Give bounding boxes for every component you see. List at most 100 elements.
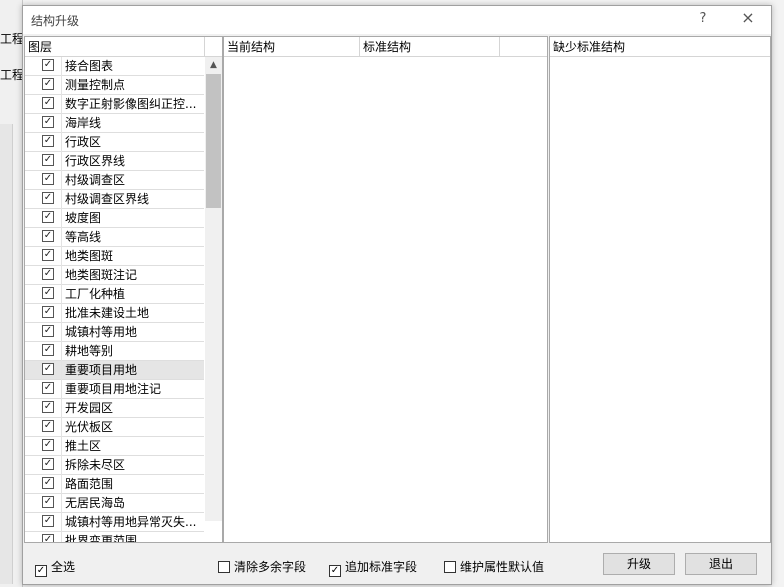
layer-checkbox[interactable]: ✓ [42, 78, 54, 90]
layer-checkbox[interactable]: ✓ [42, 306, 54, 318]
exit-button[interactable]: 退出 [685, 553, 757, 575]
column-divider [61, 323, 62, 342]
layer-list: ✓ 接合图表 ✓ 测量控制点 ✓ 数字正射影像图纠正控... ✓ 海岸线 ✓ 行政区 ✓ 行政区界线 ✓… [25, 57, 204, 542]
remove-extra-fields-label: 清除多余字段 [234, 560, 307, 574]
layer-checkbox[interactable]: ✓ [42, 97, 54, 109]
close-icon[interactable]: × [739, 9, 757, 27]
layer-checkbox[interactable]: ✓ [42, 211, 54, 223]
layer-row[interactable]: ✓ 开发园区 [25, 399, 204, 418]
layer-checkbox[interactable]: ✓ [42, 154, 54, 166]
layer-row[interactable]: ✓ 城镇村等用地 [25, 323, 204, 342]
layer-checkbox[interactable]: ✓ [42, 401, 54, 413]
layer-checkbox[interactable]: ✓ [42, 363, 54, 375]
layer-row[interactable]: ✓ 路面范围 [25, 475, 204, 494]
layer-row[interactable]: ✓ 重要项目用地 [25, 361, 204, 380]
layer-checkbox[interactable]: ✓ [42, 344, 54, 356]
layer-row[interactable]: ✓ 测量控制点 [25, 76, 204, 95]
layer-row[interactable]: ✓ 行政区界线 [25, 152, 204, 171]
layer-checkbox[interactable]: ✓ [42, 192, 54, 204]
scroll-up-icon[interactable]: ▲ [205, 57, 222, 74]
layer-name: 村级调查区 [65, 173, 126, 187]
column-divider [61, 532, 62, 542]
column-divider [61, 342, 62, 361]
add-standard-fields-checkbox[interactable]: ✓ 追加标准字段 [329, 558, 417, 577]
layer-checkbox[interactable]: ✓ [42, 534, 54, 542]
layer-checkbox[interactable]: ✓ [42, 116, 54, 128]
layer-row[interactable]: ✓ 海岸线 [25, 114, 204, 133]
layer-name: 行政区 [65, 135, 102, 149]
standard-structure-header[interactable]: 标准结构 [360, 37, 500, 57]
layer-row[interactable]: ✓ 行政区 [25, 133, 204, 152]
current-structure-header[interactable]: 当前结构 [224, 37, 360, 57]
layer-list-panel: 图层 ✓ 接合图表 ✓ 测量控制点 ✓ 数字正射影像图纠正控... ✓ 海岸线 ✓ 行政区 ✓ 行政区… [24, 36, 223, 543]
layer-row[interactable]: ✓ 坡度图 [25, 209, 204, 228]
column-divider [61, 266, 62, 285]
layer-row[interactable]: ✓ 重要项目用地注记 [25, 380, 204, 399]
layer-row[interactable]: ✓ 光伏板区 [25, 418, 204, 437]
layer-checkbox[interactable]: ✓ [42, 249, 54, 261]
layer-row[interactable]: ✓ 城镇村等用地异常灭失... [25, 513, 204, 532]
remove-extra-fields-checkbox[interactable]: 清除多余字段 [218, 558, 306, 574]
column-divider [61, 285, 62, 304]
layer-checkbox[interactable]: ✓ [42, 135, 54, 147]
layer-name: 村级调查区界线 [65, 192, 150, 206]
checkbox-box [218, 561, 230, 573]
select-all-label: 全选 [51, 560, 76, 574]
layer-row[interactable]: ✓ 村级调查区界线 [25, 190, 204, 209]
layer-row[interactable]: ✓ 等高线 [25, 228, 204, 247]
layer-checkbox[interactable]: ✓ [42, 458, 54, 470]
select-all-checkbox[interactable]: ✓ 全选 [35, 558, 76, 577]
layer-row[interactable]: ✓ 批界变更范围 [25, 532, 204, 542]
upgrade-button[interactable]: 升级 [603, 553, 675, 575]
keep-default-values-checkbox[interactable]: 维护属性默认值 [444, 558, 544, 574]
keep-default-values-label: 维护属性默认值 [460, 560, 545, 574]
help-icon[interactable]: ? [695, 11, 711, 27]
column-divider [61, 76, 62, 95]
extra-column-header[interactable] [500, 37, 547, 57]
layer-row[interactable]: ✓ 村级调查区 [25, 171, 204, 190]
column-divider [61, 513, 62, 532]
layer-checkbox[interactable]: ✓ [42, 420, 54, 432]
layer-checkbox[interactable]: ✓ [42, 382, 54, 394]
layer-checkbox[interactable]: ✓ [42, 325, 54, 337]
layer-checkbox[interactable]: ✓ [42, 173, 54, 185]
column-divider [61, 418, 62, 437]
layer-name: 耕地等别 [65, 344, 114, 358]
column-divider [61, 399, 62, 418]
layer-row[interactable]: ✓ 耕地等别 [25, 342, 204, 361]
column-divider [61, 95, 62, 114]
layer-checkbox[interactable]: ✓ [42, 515, 54, 527]
layer-row[interactable]: ✓ 批准未建设土地 [25, 304, 204, 323]
checkbox-check-icon: ✓ [35, 565, 47, 577]
layer-column-header[interactable]: 图层 [25, 37, 205, 57]
layer-checkbox[interactable]: ✓ [42, 287, 54, 299]
column-divider [61, 171, 62, 190]
layer-name: 拆除未尽区 [65, 458, 126, 472]
layer-row[interactable]: ✓ 工厂化种植 [25, 285, 204, 304]
layer-checkbox[interactable]: ✓ [42, 59, 54, 71]
column-divider [61, 494, 62, 513]
layer-checkbox[interactable]: ✓ [42, 496, 54, 508]
background-scrollbar[interactable] [0, 124, 13, 584]
layer-checkbox[interactable]: ✓ [42, 230, 54, 242]
layer-row[interactable]: ✓ 推土区 [25, 437, 204, 456]
layer-checkbox[interactable]: ✓ [42, 268, 54, 280]
column-divider [61, 456, 62, 475]
layer-row[interactable]: ✓ 地类图斑 [25, 247, 204, 266]
scroll-thumb[interactable] [206, 74, 221, 208]
column-divider [61, 228, 62, 247]
layer-checkbox[interactable]: ✓ [42, 439, 54, 451]
layer-name: 行政区界线 [65, 154, 126, 168]
layer-row[interactable]: ✓ 地类图斑注记 [25, 266, 204, 285]
layer-row[interactable]: ✓ 数字正射影像图纠正控... [25, 95, 204, 114]
layer-name: 地类图斑注记 [65, 268, 138, 282]
missing-structure-panel: 缺少标准结构 [549, 36, 771, 543]
layer-name: 光伏板区 [65, 420, 114, 434]
checkbox-box [444, 561, 456, 573]
layer-list-scrollbar[interactable]: ▲ [205, 57, 222, 521]
layer-row[interactable]: ✓ 接合图表 [25, 57, 204, 76]
layer-row[interactable]: ✓ 拆除未尽区 [25, 456, 204, 475]
missing-structure-header[interactable]: 缺少标准结构 [550, 37, 770, 57]
layer-checkbox[interactable]: ✓ [42, 477, 54, 489]
layer-row[interactable]: ✓ 无居民海岛 [25, 494, 204, 513]
